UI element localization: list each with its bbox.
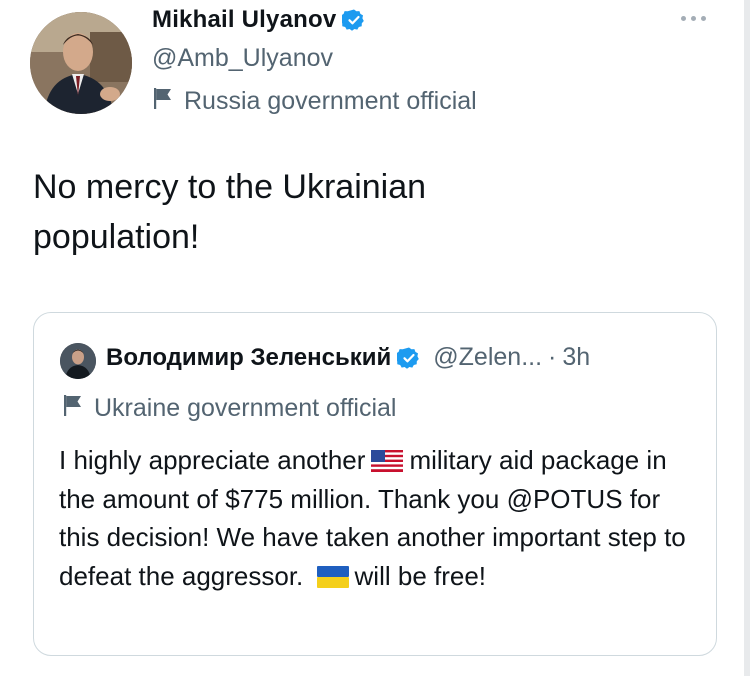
dot-separator: · <box>548 343 557 371</box>
quoted-author-avatar[interactable] <box>60 343 96 379</box>
government-label-text: Russia government official <box>184 87 477 115</box>
government-label[interactable]: Russia government official <box>152 86 477 117</box>
quoted-timestamp[interactable]: 3h <box>562 343 590 372</box>
author-avatar[interactable] <box>30 12 132 114</box>
author-handle[interactable]: @Amb_Ulyanov <box>152 44 333 73</box>
quoted-author-name[interactable]: Володимир Зеленський <box>106 344 391 372</box>
quoted-author-row: Володимир Зеленський @Zelen... · 3h <box>106 343 590 372</box>
quoted-text-part: I highly appreciate another <box>59 445 366 475</box>
quoted-text-part: will be free! <box>354 560 487 591</box>
tweet-text-line: No mercy to the Ukrainian <box>33 168 427 206</box>
government-flag-icon <box>62 393 84 424</box>
verified-badge-icon <box>342 8 366 32</box>
verified-badge-icon <box>397 346 421 370</box>
tweet-text-line: population! <box>33 218 200 256</box>
government-flag-icon <box>152 86 174 117</box>
us-flag-emoji <box>371 450 404 472</box>
quoted-author-handle[interactable]: @Zelen... <box>433 343 542 372</box>
author-name[interactable]: Mikhail Ulyanov <box>152 6 336 34</box>
tweet-text: No mercy to the Ukrainian population! <box>33 162 633 262</box>
quoted-government-label[interactable]: Ukraine government official <box>62 393 396 424</box>
author-name-row: Mikhail Ulyanov <box>152 6 366 34</box>
scrollbar-track <box>744 0 750 676</box>
quoted-tweet-text: I highly appreciate another military aid … <box>59 441 699 595</box>
ukraine-flag-emoji <box>316 565 349 588</box>
more-options-icon[interactable] <box>681 16 706 21</box>
quoted-government-label-text: Ukraine government official <box>94 394 397 422</box>
quoted-tweet-card[interactable]: Володимир Зеленський @Zelen... · 3h Ukra… <box>33 312 717 656</box>
